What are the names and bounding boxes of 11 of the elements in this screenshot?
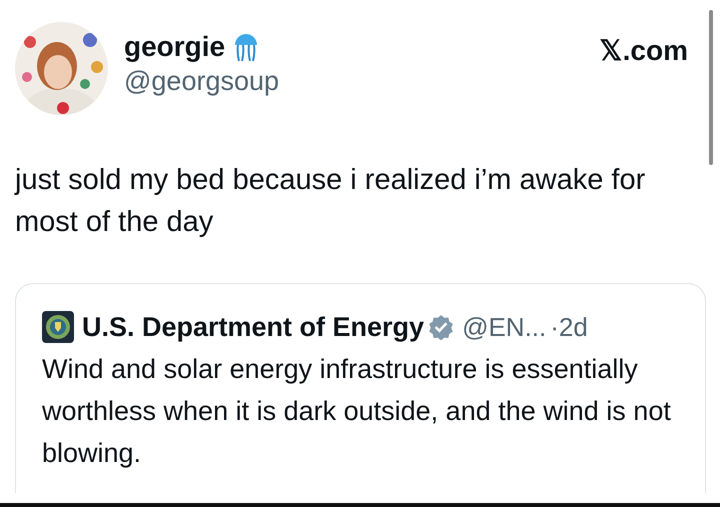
account-handle: @EN... [462,311,546,344]
separator-dot: · [550,311,559,344]
quoted-post-text: Wind and solar energy infrastructure is essentially worthless when it is dark outside, and the wind is not blowing. [42,353,672,470]
post-time: 2d [558,311,588,344]
account-name: U.S. Department of Energy [82,311,424,344]
post-text: just sold my bed because i realized i’m awake for most of the day [15,163,646,240]
display-name: georgie [124,30,226,64]
jellyfish-icon [233,32,260,62]
site-label: 𝕏.com [600,34,688,68]
user-handle: @georgsoup [124,65,280,98]
seal-icon [42,311,74,343]
